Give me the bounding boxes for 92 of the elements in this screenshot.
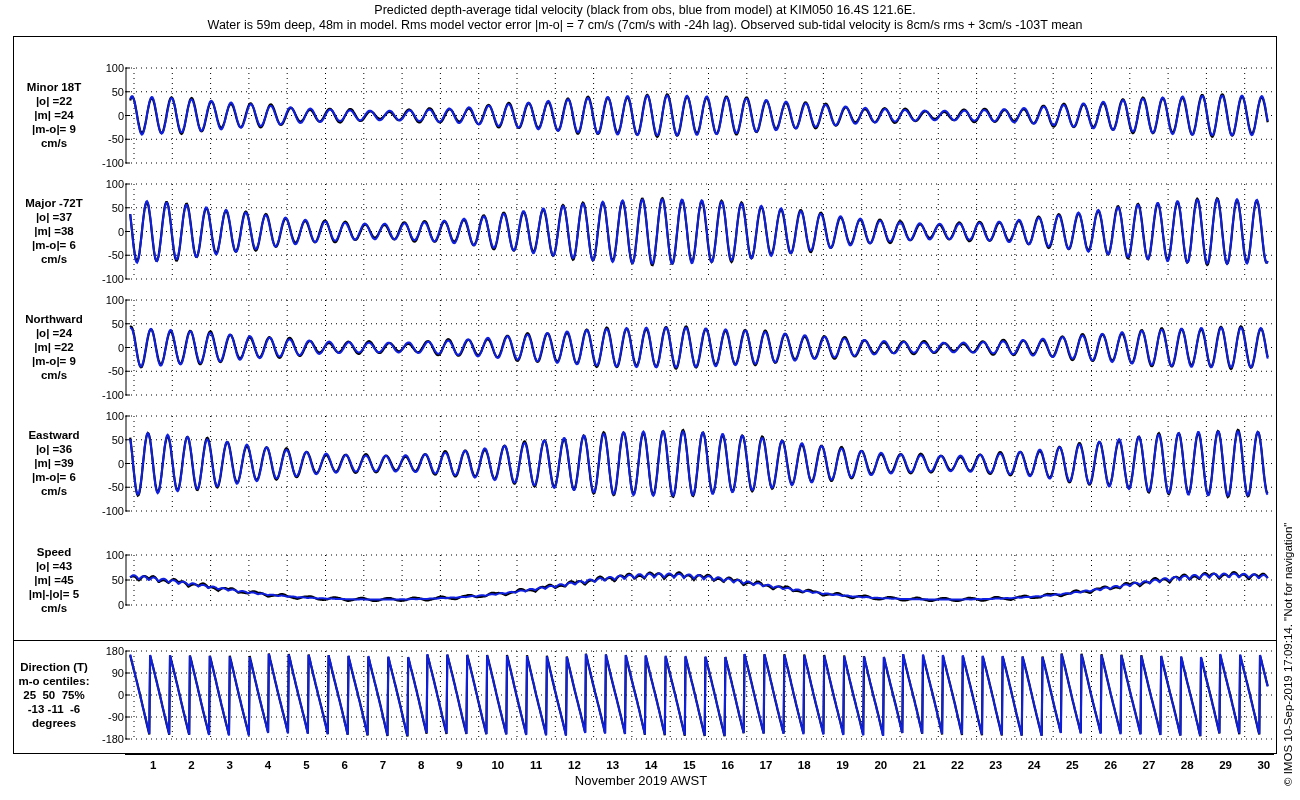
panel-stat: |m| =22	[34, 340, 74, 355]
y-tick-label: -100	[101, 272, 124, 285]
panel-stat: Minor 18T	[26, 80, 82, 95]
y-tick-label: 50	[111, 317, 124, 330]
panel-stat: |m|-|o|= 5	[28, 586, 80, 601]
x-tick-label: 8	[418, 758, 425, 771]
x-tick-label: 17	[759, 758, 773, 771]
x-tick-label: 30	[1257, 758, 1271, 771]
x-tick-label: 21	[912, 758, 926, 771]
panel-stat: Northward	[25, 312, 83, 327]
y-tick-label: 100	[105, 548, 124, 561]
panel-stat: degrees	[31, 715, 77, 730]
x-tick-label: 5	[303, 758, 310, 771]
x-tick-label: 2	[188, 758, 195, 771]
y-tick-label: -180	[101, 732, 124, 745]
y-tick-label: 0	[117, 341, 124, 354]
y-tick-label: -50	[108, 364, 124, 377]
panel-stat: |m-o|= 6	[32, 470, 76, 485]
x-tick-label: 15	[682, 758, 696, 771]
y-tick-label: 0	[117, 457, 124, 470]
x-axis-label: November 2019 AWST	[574, 772, 708, 788]
x-tick-label: 25	[1065, 758, 1079, 771]
panel-stat: |o| =37	[35, 210, 73, 225]
panel-stat: |o| =24	[35, 326, 73, 341]
x-tick-label: 6	[341, 758, 348, 771]
x-tick-label: 4	[264, 758, 272, 771]
y-tick-label: -90	[108, 710, 124, 723]
y-tick-label: 90	[111, 666, 124, 679]
x-tick-label: 27	[1142, 758, 1156, 771]
y-tick-label: 0	[117, 598, 124, 611]
chart-subtitle: Water is 59m deep, 48m in model. Rms model vector error |m-o| = 7 cm/s (7cm/s with -24h lag). Observed sub-tidal velocity is 8cm/s rms + 3cm/s -103T mean	[207, 17, 1083, 33]
x-tick-label: 14	[644, 758, 658, 771]
panel-stat: |m| =45	[34, 572, 74, 587]
x-tick-label: 12	[568, 758, 581, 771]
panel-stat: Direction (T)	[20, 659, 88, 674]
panel-stat: |o| =36	[35, 442, 73, 457]
x-tick-label: 24	[1027, 758, 1041, 771]
x-tick-label: 19	[836, 758, 849, 771]
y-tick-label: -50	[108, 248, 124, 261]
panel-stat: |o| =22	[35, 94, 73, 109]
y-tick-label: -100	[101, 388, 124, 401]
x-tick-label: 18	[797, 758, 811, 771]
panel-stat: |o| =43	[35, 558, 73, 573]
y-tick-label: 100	[105, 61, 124, 74]
x-tick-label: 16	[721, 758, 735, 771]
y-tick-label: -100	[101, 156, 124, 169]
panel-stat: cm/s	[40, 484, 68, 499]
panel-stat: |m| =38	[34, 224, 74, 239]
y-tick-label: 50	[111, 433, 124, 446]
panel-stat: 25 50 75%	[23, 687, 85, 702]
y-tick-label: 50	[111, 201, 124, 214]
x-tick-label: 26	[1104, 758, 1118, 771]
x-tick-label: 7	[379, 758, 387, 771]
y-tick-label: 0	[117, 688, 124, 701]
y-tick-label: 100	[105, 293, 124, 306]
panel-stat: Major -72T	[25, 196, 83, 211]
x-tick-label: 22	[951, 758, 964, 771]
x-tick-label: 23	[989, 758, 1003, 771]
x-tick-label: 1	[149, 758, 157, 771]
panel-stat: -13 -11 -6	[27, 701, 81, 716]
panel-stat: |m-o|= 9	[32, 122, 76, 137]
panel-stat: cm/s	[40, 600, 68, 615]
y-tick-label: -100	[101, 504, 124, 517]
x-tick-label: 13	[606, 758, 620, 771]
y-tick-label: 0	[117, 225, 124, 238]
x-tick-label: 20	[874, 758, 888, 771]
y-tick-label: -50	[108, 480, 124, 493]
x-tick-label: 9	[456, 758, 463, 771]
x-tick-label: 11	[530, 758, 543, 771]
x-tick-label: 28	[1180, 758, 1194, 771]
footer-note: © IMOS 10-Sep-2019 17:09:14. "Not for navigation"	[1282, 522, 1294, 786]
panel-stat: |m-o|= 9	[32, 354, 76, 369]
y-tick-label: 50	[111, 85, 124, 98]
panel-stat: Eastward	[28, 428, 80, 443]
panel-stat: cm/s	[40, 252, 68, 267]
x-tick-label: 10	[491, 758, 505, 771]
panel-stat: m-o centiles:	[18, 673, 90, 688]
panel-stat: Speed	[36, 544, 72, 559]
panel-stat: |m-o|= 6	[32, 238, 76, 253]
x-tick-label: 3	[226, 758, 233, 771]
panel-stat: cm/s	[40, 136, 68, 151]
y-tick-label: 180	[105, 644, 124, 657]
chart-title: Predicted depth-average tidal velocity (black from obs, blue from model) at KIM050 16.4S 121.6E.	[374, 2, 916, 18]
panel-stat: |m| =24	[34, 108, 74, 123]
y-tick-label: 50	[111, 573, 124, 586]
y-tick-label: 100	[105, 177, 124, 190]
panel-stat: |m| =39	[34, 456, 74, 471]
y-tick-label: 100	[105, 409, 124, 422]
x-tick-label: 29	[1219, 758, 1232, 771]
panel-stat: cm/s	[40, 368, 68, 383]
y-tick-label: -50	[108, 132, 124, 145]
y-tick-label: 0	[117, 109, 124, 122]
